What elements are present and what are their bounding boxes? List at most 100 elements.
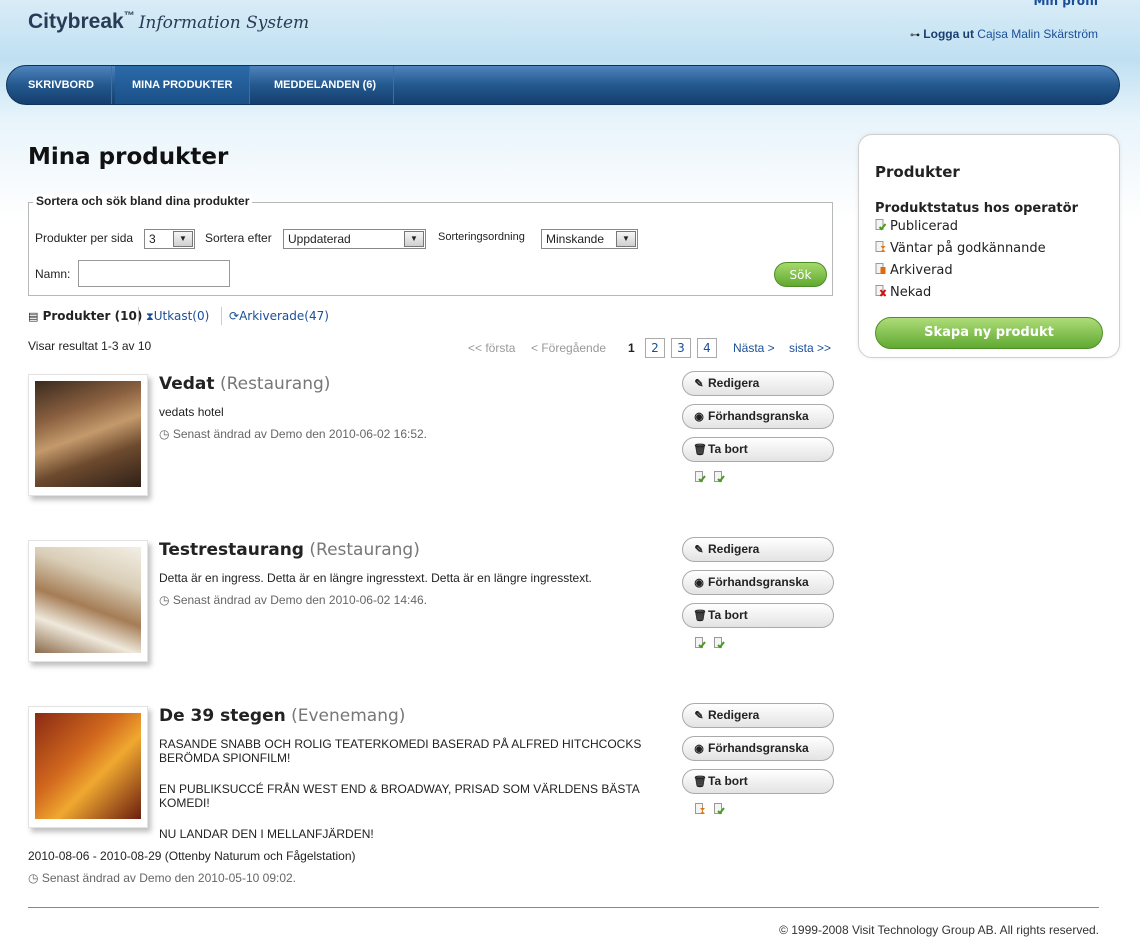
clock-icon: ◷ [28, 871, 39, 885]
preview-button[interactable]: ◉ Förhandsgranska [682, 570, 834, 595]
product-item: Vedat (Restaurang) vedats hotel ◷ Senast… [28, 371, 838, 504]
published-icon [714, 471, 725, 483]
pager-next[interactable]: Nästa > [733, 341, 775, 355]
preview-button[interactable]: ◉ Förhandsgranska [682, 736, 834, 761]
product-name: Testrestaurang [159, 540, 304, 560]
per-page-select[interactable]: 3 ▼ [144, 229, 195, 249]
sidebar-title: Produkter [875, 163, 960, 181]
sort-by-select[interactable]: Uppdaterad ▼ [283, 229, 426, 249]
modified-info: ◷ Senast ändrad av Demo den 2010-06-02 1… [159, 427, 427, 441]
logout-link[interactable]: Logga ut [923, 27, 974, 41]
per-page-value: 3 [149, 232, 156, 246]
status-legend-title: Produktstatus hos operatör [875, 201, 1078, 216]
name-input[interactable] [78, 260, 230, 287]
product-thumbnail[interactable] [28, 706, 148, 828]
tab-divider [221, 307, 222, 325]
logo-subtitle: Information System [138, 13, 310, 33]
modified-text: Senast ändrad av Demo den 2010-06-02 14:… [172, 593, 428, 607]
delete-button[interactable]: 🗑Ta bort [682, 437, 834, 462]
tab-arkiverade[interactable]: ⟳Arkiverade(47) [229, 309, 329, 323]
pending-icon [695, 803, 705, 814]
published-icon [695, 471, 706, 483]
clock-icon: ◷ [159, 427, 170, 441]
order-select[interactable]: Minskande ▼ [541, 229, 638, 249]
tab-utkast-label: Utkast(0) [153, 309, 210, 323]
legend-item-archived: Arkiverad [875, 263, 953, 278]
product-name: Vedat [159, 374, 215, 394]
logo: Citybreak™ Information System [28, 10, 309, 34]
eye-icon: ◉ [694, 743, 704, 755]
tab-produkter-label: Produkter (10) [42, 309, 143, 323]
legend-item-published: Publicerad [875, 219, 958, 234]
name-label: Namn: [35, 267, 71, 281]
nav-item-mina-produkter[interactable]: MINA PRODUKTER [115, 66, 251, 104]
sort-by-value: Uppdaterad [288, 232, 351, 246]
tab-utkast[interactable]: ⧗Utkast(0) [146, 309, 209, 324]
product-description: NU LANDAR DEN I MELLANFJÄRDEN! [159, 827, 374, 841]
key-icon: ⊶ [909, 30, 920, 41]
my-profile-link[interactable]: Min profil [1033, 0, 1098, 8]
product-name: De 39 stegen [159, 706, 286, 726]
dropdown-arrow-icon: ▼ [173, 231, 193, 247]
product-thumbnail[interactable] [28, 540, 148, 662]
footer-divider [28, 907, 1099, 908]
product-category: (Restaurang) [309, 540, 420, 560]
pager-page-4[interactable]: 4 [697, 338, 717, 358]
product-title[interactable]: De 39 stegen (Evenemang) [159, 706, 405, 726]
delete-button[interactable]: 🗑Ta bort [682, 603, 834, 628]
page-title: Mina produkter [28, 144, 229, 170]
product-category: (Evenemang) [291, 706, 406, 726]
product-description: EN PUBLIKSUCCÉ FRÅN WEST END & BROADWAY,… [159, 782, 640, 810]
refresh-icon: ⟳ [229, 309, 240, 323]
edit-button[interactable]: ✎ Redigera [682, 703, 834, 728]
archived-icon [875, 263, 886, 274]
product-title[interactable]: Testrestaurang (Restaurang) [159, 540, 420, 560]
clock-icon: ◷ [159, 593, 170, 607]
pencil-icon: ✎ [694, 544, 704, 556]
pencil-icon: ✎ [694, 378, 704, 390]
pager-last[interactable]: sista >> [789, 341, 831, 355]
pager-prev[interactable]: < Föregående [531, 341, 606, 355]
tab-produkter[interactable]: ▤ Produkter (10) [28, 309, 142, 323]
product-description: vedats hotel [159, 405, 224, 419]
delete-button[interactable]: 🗑Ta bort [682, 769, 834, 794]
event-dates: 2010-08-06 - 2010-08-29 (Ottenby Naturum… [28, 849, 356, 863]
modified-text: Senast ändrad av Demo den 2010-06-02 16:… [172, 427, 428, 441]
published-icon [875, 219, 887, 231]
product-title[interactable]: Vedat (Restaurang) [159, 374, 330, 394]
main-nav: SKRIVBORD MINA PRODUKTER MEDDELANDEN (6) [6, 65, 1120, 105]
logout-area: ⊶ Logga ut Cajsa Malin Skärström [910, 27, 1098, 41]
sort-search-fieldset: Sortera och sök bland dina produkter Pro… [28, 194, 833, 296]
user-name-link[interactable]: Cajsa Malin Skärström [977, 27, 1098, 41]
edit-button[interactable]: ✎ Redigera [682, 537, 834, 562]
footer-copyright: © 1999-2008 Visit Technology Group AB. A… [779, 923, 1099, 937]
search-button[interactable]: Sök [774, 262, 827, 287]
product-item: De 39 stegen (Evenemang) RASANDE SNABB O… [28, 703, 838, 886]
preview-button[interactable]: ◉ Förhandsgranska [682, 404, 834, 429]
legend-item-denied: Nekad [875, 285, 931, 300]
modified-info: ◷ Senast ändrad av Demo den 2010-06-02 1… [159, 593, 427, 607]
modified-text: Senast ändrad av Demo den 2010-05-10 09:… [41, 871, 297, 885]
pending-icon [875, 241, 886, 252]
pager-first[interactable]: << första [468, 341, 515, 355]
edit-button[interactable]: ✎ Redigera [682, 371, 834, 396]
nav-item-meddelanden[interactable]: MEDDELANDEN (6) [257, 66, 395, 104]
published-icon [695, 637, 706, 649]
logo-text: Citybreak [28, 10, 124, 33]
product-thumbnail[interactable] [28, 374, 148, 496]
create-product-button[interactable]: Skapa ny produkt [875, 317, 1103, 349]
sort-legend: Sortera och sök bland dina produkter [33, 194, 253, 208]
modified-info: ◷ Senast ändrad av Demo den 2010-05-10 0… [28, 871, 296, 885]
pager-page-2[interactable]: 2 [645, 338, 665, 358]
pencil-icon: ✎ [694, 710, 704, 722]
per-page-label: Produkter per sida [35, 231, 134, 245]
trash-icon: 🗑 [693, 444, 707, 456]
nav-item-skrivbord[interactable]: SKRIVBORD [11, 66, 113, 104]
order-value: Minskande [546, 232, 605, 246]
denied-icon [875, 285, 887, 297]
order-label: Sorteringsordning [438, 231, 525, 243]
published-icon [714, 803, 725, 815]
pager-page-3[interactable]: 3 [671, 338, 691, 358]
product-image [35, 547, 141, 653]
logo-trademark: ™ [123, 10, 135, 22]
